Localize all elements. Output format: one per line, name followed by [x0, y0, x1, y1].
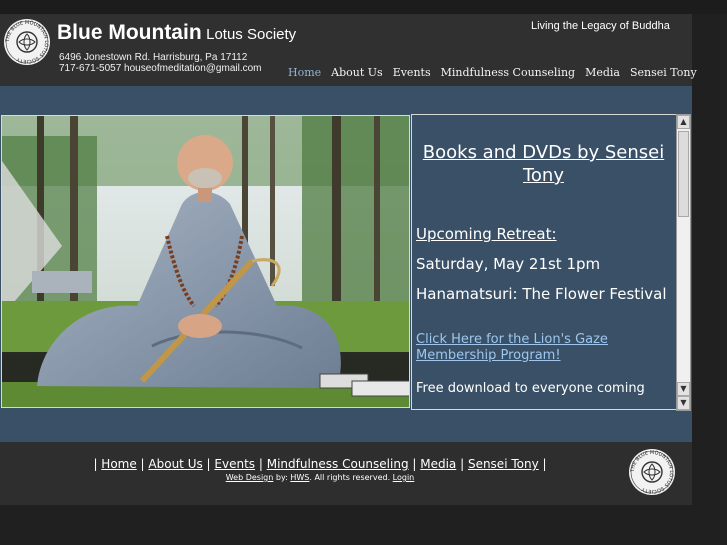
- footer-nav-events[interactable]: Events: [214, 457, 255, 471]
- site-title: Blue Mountain Lotus Society: [57, 21, 296, 45]
- footer-nav-sensei-tony[interactable]: Sensei Tony: [468, 457, 539, 471]
- nav-home[interactable]: Home: [288, 66, 321, 79]
- footer-separator: |: [255, 457, 267, 471]
- footer-nav-media[interactable]: Media: [420, 457, 456, 471]
- site-title-main: Blue Mountain: [57, 21, 202, 44]
- login-link[interactable]: Login: [393, 473, 415, 482]
- nav-events[interactable]: Events: [393, 66, 431, 79]
- footer-separator: |: [202, 457, 215, 471]
- books-dvds-link[interactable]: Books and DVDs by Sensei Tony: [416, 141, 671, 187]
- membership-program-link[interactable]: Click Here for the Lion's Gaze Membershi…: [416, 332, 671, 364]
- footer-separator: |: [136, 457, 149, 471]
- panel-scrollbar[interactable]: ▲ ▼ ▼: [676, 114, 691, 411]
- nav-about-us[interactable]: About Us: [331, 66, 383, 79]
- announcement-continued: Free download to everyone coming: [416, 381, 645, 396]
- sensei-meditation-photo: [1, 115, 410, 408]
- retreat-heading: Upcoming Retreat:: [416, 225, 557, 243]
- site-header: THE BLUE MOUNTAIN LOTUS SOCIETY Blue Mou…: [0, 14, 697, 87]
- retreat-date: Saturday, May 21st 1pm: [416, 255, 601, 273]
- footer-separator: |: [408, 457, 421, 471]
- footer-nav: | Home | About Us | Events | Mindfulness…: [0, 457, 640, 471]
- announcements-content: Books and DVDs by Sensei Tony Upcoming R…: [416, 141, 671, 397]
- footer-credits: Web Design by: HWS. All rights reserved.…: [0, 473, 640, 482]
- scroll-up-arrow-icon[interactable]: ▲: [677, 115, 690, 129]
- footer-lotus-logo-icon: THE BLUE MOUNTAIN LOTUS SOCIETY: [629, 449, 675, 495]
- scroll-down-arrow-icon[interactable]: ▼: [677, 382, 690, 396]
- web-design-link[interactable]: Web Design: [226, 473, 274, 482]
- site-footer: | Home | About Us | Events | Mindfulness…: [0, 442, 692, 505]
- retreat-name: Hanamatsuri: The Flower Festival: [416, 285, 667, 303]
- footer-nav-home[interactable]: Home: [101, 457, 136, 471]
- contact-block: 6496 Jonestown Rd. Harrisburg, Pa 17112 …: [59, 52, 262, 74]
- main-nav: Home About Us Events Mindfulness Counseling…: [288, 66, 707, 79]
- nav-media[interactable]: Media: [585, 66, 620, 79]
- site-title-sub: Lotus Society: [206, 26, 297, 43]
- footer-separator: |: [456, 457, 468, 471]
- tagline: Living the Legacy of Buddha: [531, 20, 670, 32]
- scrollbar-thumb[interactable]: [678, 131, 689, 217]
- by-text: by:: [275, 473, 288, 482]
- street-address: 6496 Jonestown Rd. Harrisburg, Pa 17112: [59, 52, 248, 63]
- footer-nav-about-us[interactable]: About Us: [148, 457, 202, 471]
- nav-mindfulness-counseling[interactable]: Mindfulness Counseling: [441, 66, 576, 79]
- footer-separator: |: [538, 457, 547, 471]
- rights-text: . All rights reserved.: [309, 473, 391, 482]
- footer-nav-mindfulness-counseling[interactable]: Mindfulness Counseling: [267, 457, 409, 471]
- nav-sensei-tony[interactable]: Sensei Tony: [630, 66, 697, 79]
- phone-email: 717-671-5057 houseofmeditation@gmail.com: [59, 63, 262, 74]
- scroll-down-arrow-icon[interactable]: ▼: [677, 396, 690, 410]
- lotus-logo-icon[interactable]: THE BLUE MOUNTAIN LOTUS SOCIETY: [3, 18, 51, 66]
- top-stripe: [0, 0, 727, 14]
- announcements-panel[interactable]: Books and DVDs by Sensei Tony Upcoming R…: [411, 114, 677, 410]
- hws-link[interactable]: HWS: [290, 473, 309, 482]
